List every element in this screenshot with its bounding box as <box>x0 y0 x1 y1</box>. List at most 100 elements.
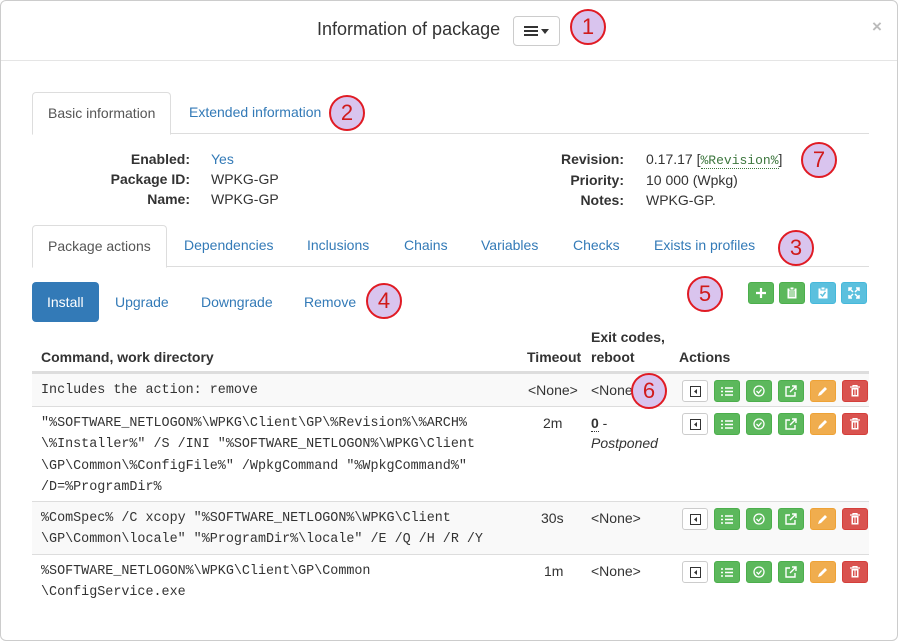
enabled-value[interactable]: Yes <box>211 151 234 167</box>
table-row: %ComSpec% /C xcopy "%SOFTWARE_NETLOGON%\… <box>32 501 869 554</box>
fullscreen-button[interactable] <box>841 282 867 304</box>
section-tabs: Package actions Dependencies Inclusions … <box>32 225 869 268</box>
check-circle-icon <box>753 418 765 430</box>
checks-button[interactable] <box>714 561 740 583</box>
pill-remove[interactable]: Remove <box>289 282 371 322</box>
annotation-marker-4: 4 <box>366 283 402 319</box>
validate-button[interactable] <box>746 413 772 435</box>
checks-button[interactable] <box>714 508 740 530</box>
command-line: \GP\Common\%ConfigFile%" /WpkgCommand "%… <box>41 458 467 474</box>
tab-exists-in-profiles[interactable]: Exists in profiles <box>639 225 770 267</box>
command-line: Includes the action: remove <box>41 383 258 398</box>
pill-downgrade[interactable]: Downgrade <box>186 282 288 322</box>
package-id-value: WPKG-GP <box>211 171 279 187</box>
open-button[interactable] <box>778 380 804 402</box>
external-link-icon <box>785 513 797 525</box>
annotation-marker-7: 7 <box>801 142 837 178</box>
close-button[interactable]: × <box>872 17 882 37</box>
row-actions <box>682 413 868 435</box>
revision-bracket-close: ] <box>778 151 783 167</box>
th-actions: Actions <box>679 349 731 365</box>
name-label: Name: <box>147 191 190 207</box>
tab-chains[interactable]: Chains <box>389 225 463 267</box>
move-button[interactable] <box>682 508 708 530</box>
notes-label: Notes: <box>580 192 624 208</box>
edit-button[interactable] <box>810 413 836 435</box>
tab-dependencies[interactable]: Dependencies <box>169 225 289 267</box>
table-row: Includes the action: remove <None> <None… <box>32 373 869 406</box>
row-actions <box>682 561 868 583</box>
modal-header: Information of package × <box>1 1 897 61</box>
tab-package-actions[interactable]: Package actions <box>32 225 167 268</box>
plus-icon <box>756 288 766 298</box>
name-value: WPKG-GP <box>211 191 279 207</box>
package-info-modal: Information of package × 1 2 3 4 5 6 7 B… <box>0 0 898 641</box>
external-link-icon <box>785 385 797 397</box>
external-link-icon <box>785 566 797 578</box>
th-reboot: reboot <box>591 349 635 365</box>
pencil-icon <box>818 515 827 524</box>
command-line: \ConfigService.exe <box>41 585 186 601</box>
delete-button[interactable] <box>842 380 868 402</box>
caret-down-icon <box>541 28 549 34</box>
command-line: %ComSpec% /C xcopy "%SOFTWARE_NETLOGON%\… <box>41 511 451 526</box>
delete-button[interactable] <box>842 413 868 435</box>
open-button[interactable] <box>778 508 804 530</box>
move-button[interactable] <box>682 380 708 402</box>
add-action-button[interactable] <box>748 282 774 304</box>
check-circle-icon <box>753 385 765 397</box>
package-id-label: Package ID: <box>110 171 190 187</box>
tab-extended-information[interactable]: Extended information <box>174 92 336 134</box>
pill-upgrade[interactable]: Upgrade <box>100 282 184 322</box>
exit-code: 0 <box>591 415 599 432</box>
edit-button[interactable] <box>810 380 836 402</box>
check-circle-icon <box>753 513 765 525</box>
pill-install[interactable]: Install <box>32 282 99 322</box>
pencil-icon <box>818 420 827 429</box>
trash-icon <box>850 513 860 525</box>
validate-button[interactable] <box>746 508 772 530</box>
move-icon <box>689 385 701 397</box>
tab-inclusions[interactable]: Inclusions <box>292 225 384 267</box>
external-link-icon <box>785 418 797 430</box>
th-timeout: Timeout <box>527 349 582 365</box>
command-text: %ComSpec% /C xcopy "%SOFTWARE_NETLOGON%\… <box>41 508 483 551</box>
move-icon <box>689 513 701 525</box>
delete-button[interactable] <box>842 561 868 583</box>
list-icon <box>721 419 733 429</box>
annotation-marker-6: 6 <box>631 373 667 409</box>
tab-checks[interactable]: Checks <box>558 225 635 267</box>
checks-button[interactable] <box>714 413 740 435</box>
list-icon <box>721 567 733 577</box>
edit-button[interactable] <box>810 561 836 583</box>
move-icon <box>689 566 701 578</box>
revision-bracket-open: [ <box>696 151 701 167</box>
tab-basic-information[interactable]: Basic information <box>32 92 172 135</box>
menu-dropdown-button[interactable] <box>513 16 560 46</box>
priority-label: Priority: <box>570 172 624 188</box>
validate-button[interactable] <box>746 380 772 402</box>
command-text: "%SOFTWARE_NETLOGON%\WPKG\Client\GP\%Rev… <box>41 413 475 498</box>
revision-variable: %Revision% <box>700 153 779 169</box>
open-button[interactable] <box>778 561 804 583</box>
delete-button[interactable] <box>842 508 868 530</box>
paste-action-button[interactable] <box>779 282 805 304</box>
command-line: %SOFTWARE_NETLOGON%\WPKG\Client\GP\Commo… <box>41 564 371 579</box>
command-line: \GP\Common\locale" "%ProgramDir%\locale"… <box>41 532 483 548</box>
list-icon <box>721 386 733 396</box>
revision-number: 0.17.17 <box>646 151 693 167</box>
timeout-cell: <None> <box>528 382 578 398</box>
th-exit-codes: Exit codes, <box>591 329 665 345</box>
timeout-cell: 1m <box>544 563 564 579</box>
validate-button[interactable] <box>746 561 772 583</box>
annotation-marker-1: 1 <box>570 9 606 45</box>
move-button[interactable] <box>682 561 708 583</box>
tab-variables[interactable]: Variables <box>466 225 553 267</box>
paste-check-button[interactable] <box>810 282 836 304</box>
info-tabs: Basic information Extended information <box>32 92 869 135</box>
open-button[interactable] <box>778 413 804 435</box>
edit-button[interactable] <box>810 508 836 530</box>
checks-button[interactable] <box>714 380 740 402</box>
move-button[interactable] <box>682 413 708 435</box>
clipboard-check-icon <box>818 287 828 299</box>
